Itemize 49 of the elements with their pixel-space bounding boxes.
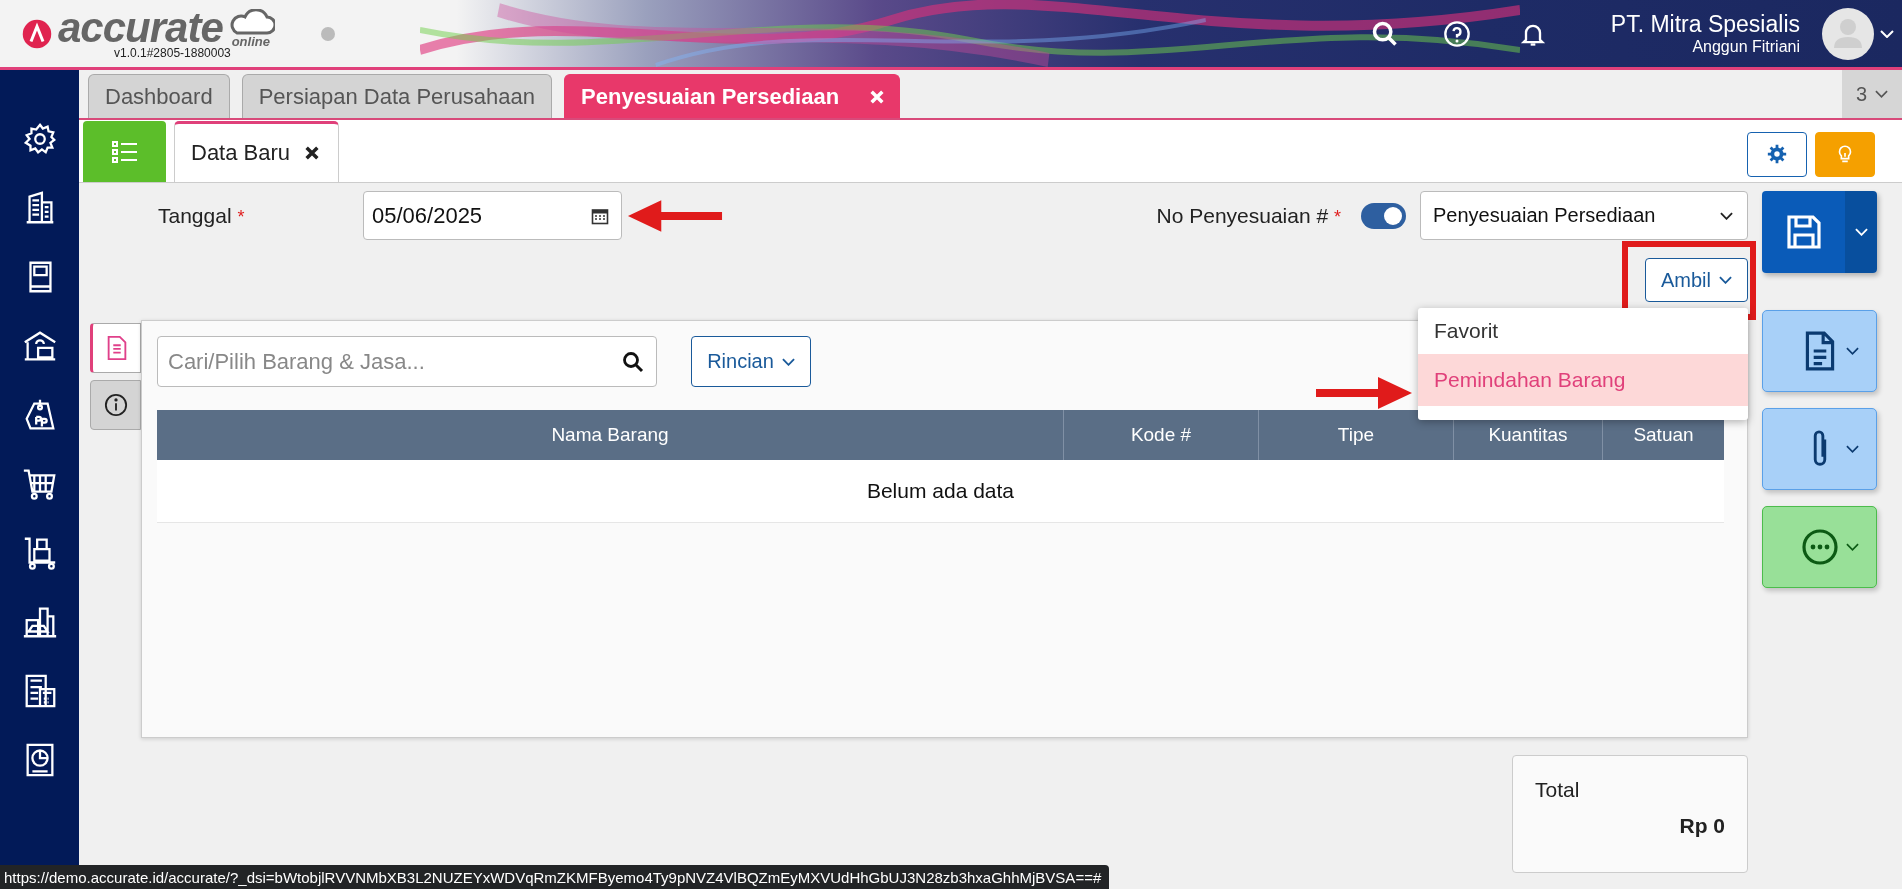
search-field[interactable]: Cari/Pilih Barang & Jasa... xyxy=(157,336,657,387)
gear-icon xyxy=(1766,143,1788,165)
total-label: Total xyxy=(1535,778,1581,802)
list-icon xyxy=(111,140,138,163)
total-value: Rp 0 xyxy=(1679,814,1725,838)
fetch-button[interactable]: Ambil xyxy=(1645,258,1748,302)
avatar-icon[interactable] xyxy=(1822,7,1874,60)
logo-subtitle: online xyxy=(231,34,270,48)
tab[interactable]: Penyesuaian Persediaan xyxy=(564,74,901,118)
more-button[interactable] xyxy=(1762,506,1877,588)
detail-button[interactable]: Rincian xyxy=(691,336,811,387)
save-button[interactable] xyxy=(1762,191,1845,273)
info-icon xyxy=(103,392,128,418)
dot-icon xyxy=(320,26,335,41)
logo-icon xyxy=(22,18,52,49)
tab-count-button[interactable]: 3 xyxy=(1842,70,1902,118)
attachment-button[interactable] xyxy=(1762,408,1877,490)
user-name: Anggun Fitriani xyxy=(1692,38,1800,56)
close-icon[interactable] xyxy=(304,145,321,161)
search-icon[interactable] xyxy=(1370,19,1399,48)
status-url: https://demo.accurate.id/accurate/?_dsi=bWtobjlRVVNMbXB3L2NUZEYxWDVqRmZKMFByemo4Ty9pNVZ4VlBQZmEyMXVUdHhGbUJ3N28zb3hxaGhhMjBVSA==# xyxy=(0,865,1110,889)
number-label: No Penyesuaian # * xyxy=(1156,203,1341,228)
help-icon[interactable] xyxy=(1442,19,1471,48)
side-tab[interactable] xyxy=(90,380,141,430)
more-icon xyxy=(1800,526,1840,568)
date-label: Tanggal * xyxy=(158,203,246,228)
company-name: PT. Mitra Spesialis xyxy=(1610,11,1800,38)
date-field[interactable]: 05/06/2025 xyxy=(363,191,622,240)
tab[interactable]: Persiapan Data Perusahaan xyxy=(241,74,553,118)
calendar-icon[interactable] xyxy=(591,206,609,225)
tab[interactable]: Data Baru xyxy=(174,121,340,182)
menu-item[interactable]: Favorit xyxy=(1418,308,1748,354)
version-text: v1.0.1#2805-1880003 xyxy=(113,45,232,60)
auto-number-toggle[interactable] xyxy=(1361,202,1406,229)
settings-button[interactable] xyxy=(1747,131,1807,177)
logo-text: accurate xyxy=(58,7,223,48)
chevron-down-icon xyxy=(1846,543,1859,551)
document-menu-button[interactable] xyxy=(1762,310,1877,392)
number-type-select[interactable]: Penyesuaian Persediaan xyxy=(1420,191,1748,240)
chevron-down-icon xyxy=(781,357,795,366)
tab[interactable]: Dashboard xyxy=(88,74,230,118)
empty-message: Belum ada data xyxy=(866,479,1015,503)
search-icon[interactable] xyxy=(621,350,645,374)
column-header: Satuan xyxy=(1632,423,1695,447)
chevron-down-icon xyxy=(1719,276,1732,284)
chevron-down-icon xyxy=(1720,211,1733,220)
chevron-down-icon xyxy=(1846,347,1859,355)
chevron-down-icon xyxy=(1846,445,1859,453)
chevron-down-icon xyxy=(1854,228,1868,236)
